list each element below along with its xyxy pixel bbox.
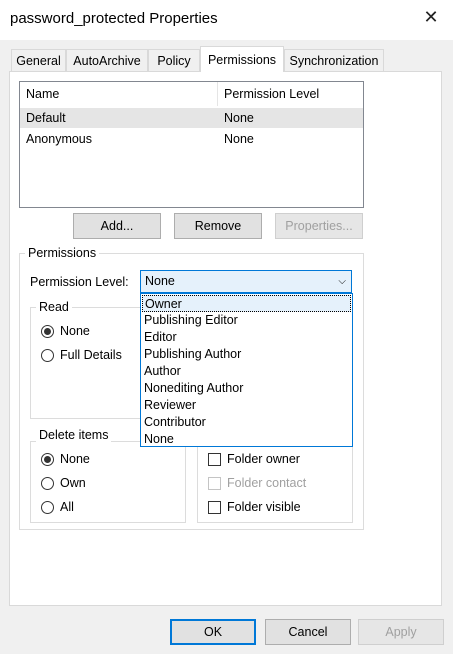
- permission-level-label: Permission Level:: [30, 275, 129, 289]
- dropdown-option-nonediting-author[interactable]: Nonediting Author: [142, 380, 351, 397]
- dropdown-option-editor[interactable]: Editor: [142, 329, 351, 346]
- folder-visible-label[interactable]: Folder visible: [227, 500, 301, 514]
- delete-all-radio[interactable]: [41, 501, 54, 514]
- delete-none-label[interactable]: None: [60, 452, 90, 466]
- dropdown-option-publishing-editor[interactable]: Publishing Editor: [142, 312, 351, 329]
- tab-general[interactable]: General: [11, 49, 66, 71]
- tab-synchronization[interactable]: Synchronization: [284, 49, 384, 71]
- close-icon[interactable]: ✕: [420, 6, 442, 28]
- dropdown-option-author[interactable]: Author: [142, 363, 351, 380]
- dropdown-option-contributor[interactable]: Contributor: [142, 414, 351, 431]
- table-row[interactable]: Default None: [20, 108, 363, 128]
- row-level: None: [224, 132, 254, 146]
- add-button[interactable]: Add...: [73, 213, 161, 239]
- dropdown-option-reviewer[interactable]: Reviewer: [142, 397, 351, 414]
- folder-contact-checkbox[interactable]: [208, 477, 221, 490]
- window-title: password_protected Properties: [10, 10, 218, 27]
- permission-level-dropdown: Owner Publishing Editor Editor Publishin…: [140, 293, 353, 447]
- read-none-label[interactable]: None: [60, 324, 90, 338]
- row-level: None: [224, 111, 254, 125]
- dropdown-option-none[interactable]: None: [142, 431, 351, 448]
- ok-button[interactable]: OK: [170, 619, 256, 645]
- read-full-details-radio[interactable]: [41, 349, 54, 362]
- dropdown-option-publishing-author[interactable]: Publishing Author: [142, 346, 351, 363]
- read-none-radio[interactable]: [41, 325, 54, 338]
- row-name: Default: [26, 111, 66, 125]
- delete-own-radio[interactable]: [41, 477, 54, 490]
- remove-button[interactable]: Remove: [174, 213, 262, 239]
- folder-visible-checkbox[interactable]: [208, 501, 221, 514]
- delete-all-label[interactable]: All: [60, 500, 74, 514]
- permission-level-select[interactable]: None ⌵: [140, 270, 352, 293]
- read-group-label: Read: [36, 300, 72, 314]
- dropdown-option-owner[interactable]: Owner: [142, 295, 351, 312]
- column-header-permission-level[interactable]: Permission Level: [218, 82, 363, 106]
- delete-none-radio[interactable]: [41, 453, 54, 466]
- folder-owner-label[interactable]: Folder owner: [227, 452, 300, 466]
- column-header-name[interactable]: Name: [20, 82, 218, 106]
- properties-button[interactable]: Properties...: [275, 213, 363, 239]
- row-name: Anonymous: [26, 132, 93, 146]
- table-row[interactable]: Anonymous None: [20, 129, 363, 149]
- delete-own-label[interactable]: Own: [60, 476, 86, 490]
- cancel-button[interactable]: Cancel: [265, 619, 351, 645]
- user-list[interactable]: Name Permission Level Default None Anony…: [19, 81, 364, 208]
- apply-button[interactable]: Apply: [358, 619, 444, 645]
- permission-level-value: None: [145, 274, 175, 288]
- tab-autoarchive[interactable]: AutoArchive: [66, 49, 148, 71]
- chevron-down-icon: ⌵: [338, 276, 346, 287]
- tab-policy[interactable]: Policy: [148, 49, 200, 71]
- read-full-details-label[interactable]: Full Details: [60, 348, 122, 362]
- folder-owner-checkbox[interactable]: [208, 453, 221, 466]
- delete-items-group-label: Delete items: [36, 428, 112, 442]
- tab-permissions[interactable]: Permissions: [200, 46, 284, 72]
- permissions-group-label: Permissions: [25, 246, 100, 260]
- folder-contact-label[interactable]: Folder contact: [227, 476, 306, 490]
